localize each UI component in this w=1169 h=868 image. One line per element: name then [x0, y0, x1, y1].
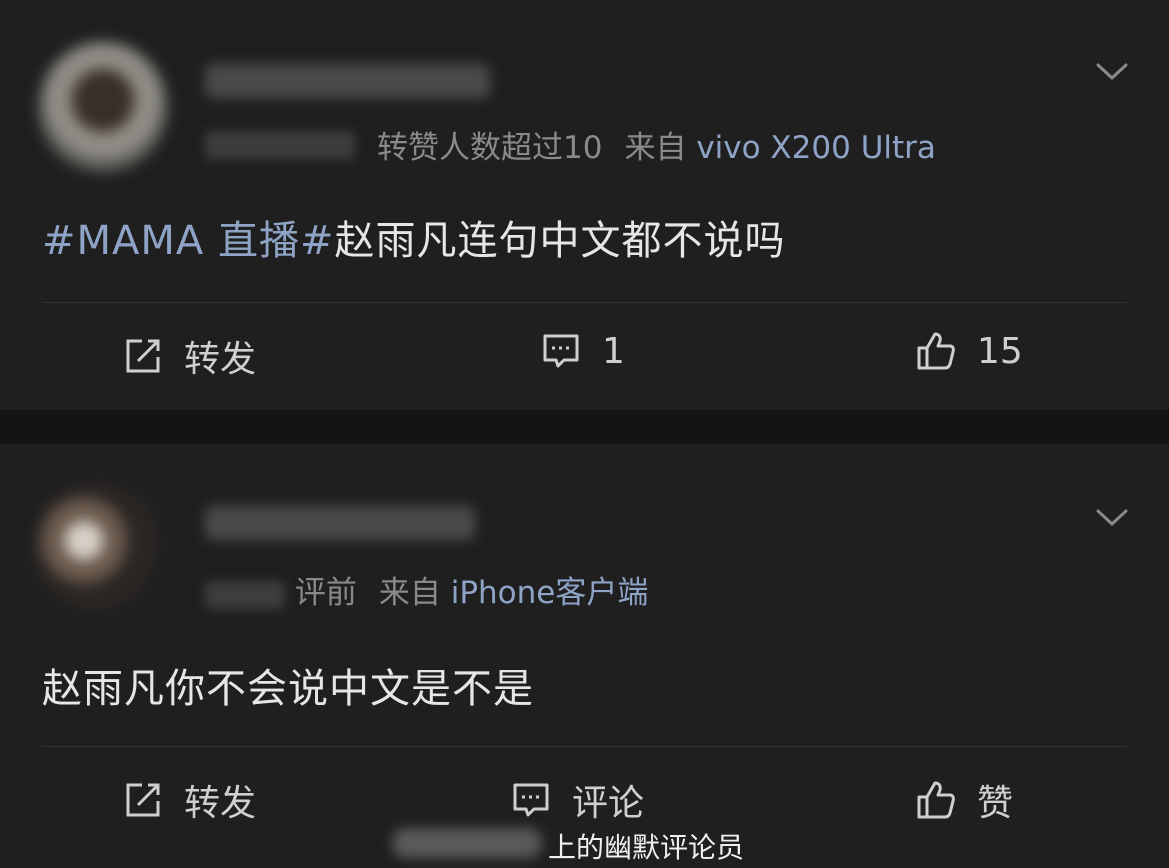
- post-separator: [0, 410, 1169, 444]
- like-count: 15: [977, 330, 1023, 372]
- username-blurred[interactable]: [205, 506, 475, 540]
- from-label: 来自: [624, 130, 687, 166]
- chevron-down-icon[interactable]: [1095, 54, 1129, 88]
- repost-label: 转发: [184, 339, 257, 380]
- timestamp-blurred: [205, 580, 285, 609]
- device-name: vivo X200 Ultra: [696, 130, 936, 166]
- thumbs-up-icon: [917, 781, 955, 819]
- repost-button[interactable]: 转发: [122, 330, 256, 382]
- chevron-down-icon[interactable]: [1095, 500, 1129, 534]
- topic-link[interactable]: #MAMA 直播#: [42, 218, 335, 264]
- from-label: 来自: [378, 575, 441, 611]
- popularity-note: 转赞人数超过10: [377, 130, 603, 166]
- comment-count: 1: [602, 330, 625, 372]
- post-meta: 转赞人数超过10 来自 vivo X200 Ultra: [205, 122, 936, 167]
- like-button[interactable]: 15: [915, 330, 1023, 372]
- post-meta: 评前 来自 iPhone客户端: [205, 567, 648, 612]
- thumbs-up-icon: [917, 332, 955, 370]
- comment-icon: [513, 783, 549, 817]
- comment-icon: [543, 334, 579, 368]
- username-blurred[interactable]: [205, 64, 490, 98]
- repost-icon: [126, 339, 160, 373]
- timestamp-blurred: [205, 130, 355, 159]
- post-text: 赵雨凡你不会说中文是不是: [42, 666, 534, 712]
- avatar[interactable]: [38, 42, 168, 172]
- watermark-handle-blurred: [392, 828, 542, 858]
- post-content: #MAMA 直播#赵雨凡连句中文都不说吗: [42, 208, 786, 266]
- divider: [42, 302, 1127, 303]
- post-card[interactable]: 评前 来自 iPhone客户端 赵雨凡你不会说中文是不是 转发 评论 赞: [0, 444, 1169, 868]
- timestamp-suffix: 评前: [294, 575, 357, 611]
- comment-button[interactable]: 1: [540, 330, 625, 372]
- post-text: 赵雨凡连句中文都不说吗: [334, 218, 786, 264]
- watermark: 上的幽默评论员: [0, 818, 1169, 868]
- post-content: 赵雨凡你不会说中文是不是: [42, 656, 534, 714]
- repost-icon: [126, 783, 160, 817]
- post-card[interactable]: 转赞人数超过10 来自 vivo X200 Ultra #MAMA 直播#赵雨凡…: [0, 0, 1169, 410]
- device-name: iPhone客户端: [450, 575, 649, 611]
- divider: [42, 746, 1127, 747]
- avatar[interactable]: [32, 482, 162, 612]
- watermark-text: 上的幽默评论员: [548, 831, 745, 864]
